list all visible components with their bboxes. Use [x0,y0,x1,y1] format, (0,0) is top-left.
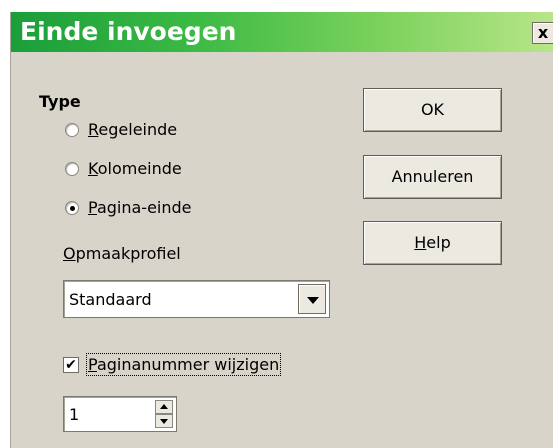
ok-button[interactable]: OK [363,88,502,132]
close-icon: x [537,23,549,42]
type-section-label: Type [39,92,81,111]
radio-line-break-indicator[interactable] [65,123,79,137]
dialog-title: Einde invoegen [20,17,237,46]
help-button[interactable]: Help [363,221,502,265]
style-label: Opmaakprofiel [63,244,181,263]
insert-break-dialog: Einde invoegen x Type Regeleinde Kolomei… [10,12,553,448]
radio-line-break-label[interactable]: Regeleinde [88,120,177,139]
cancel-button[interactable]: Annuleren [363,155,502,199]
change-page-number-label[interactable]: Paginanummer wijzigen [85,353,282,376]
radio-column-break-label[interactable]: Kolomeinde [88,159,182,178]
style-select-value: Standaard [69,290,152,309]
radio-page-break-label[interactable]: Pagina-einde [88,198,192,217]
page-number-spinner[interactable]: 1 [63,396,177,432]
style-select[interactable]: Standaard [63,280,330,318]
radio-column-break-indicator[interactable] [65,162,79,176]
change-page-number-checkbox[interactable]: ✔ [63,357,79,373]
title-bar[interactable]: Einde invoegen x [11,12,553,52]
close-button[interactable]: x [532,22,553,44]
spin-up-icon[interactable] [155,400,173,414]
spin-down-icon[interactable] [155,414,173,428]
spinner-buttons [155,400,173,428]
chevron-down-icon[interactable] [298,284,326,314]
page-number-value[interactable]: 1 [69,405,79,424]
radio-page-break-indicator[interactable] [65,201,79,215]
